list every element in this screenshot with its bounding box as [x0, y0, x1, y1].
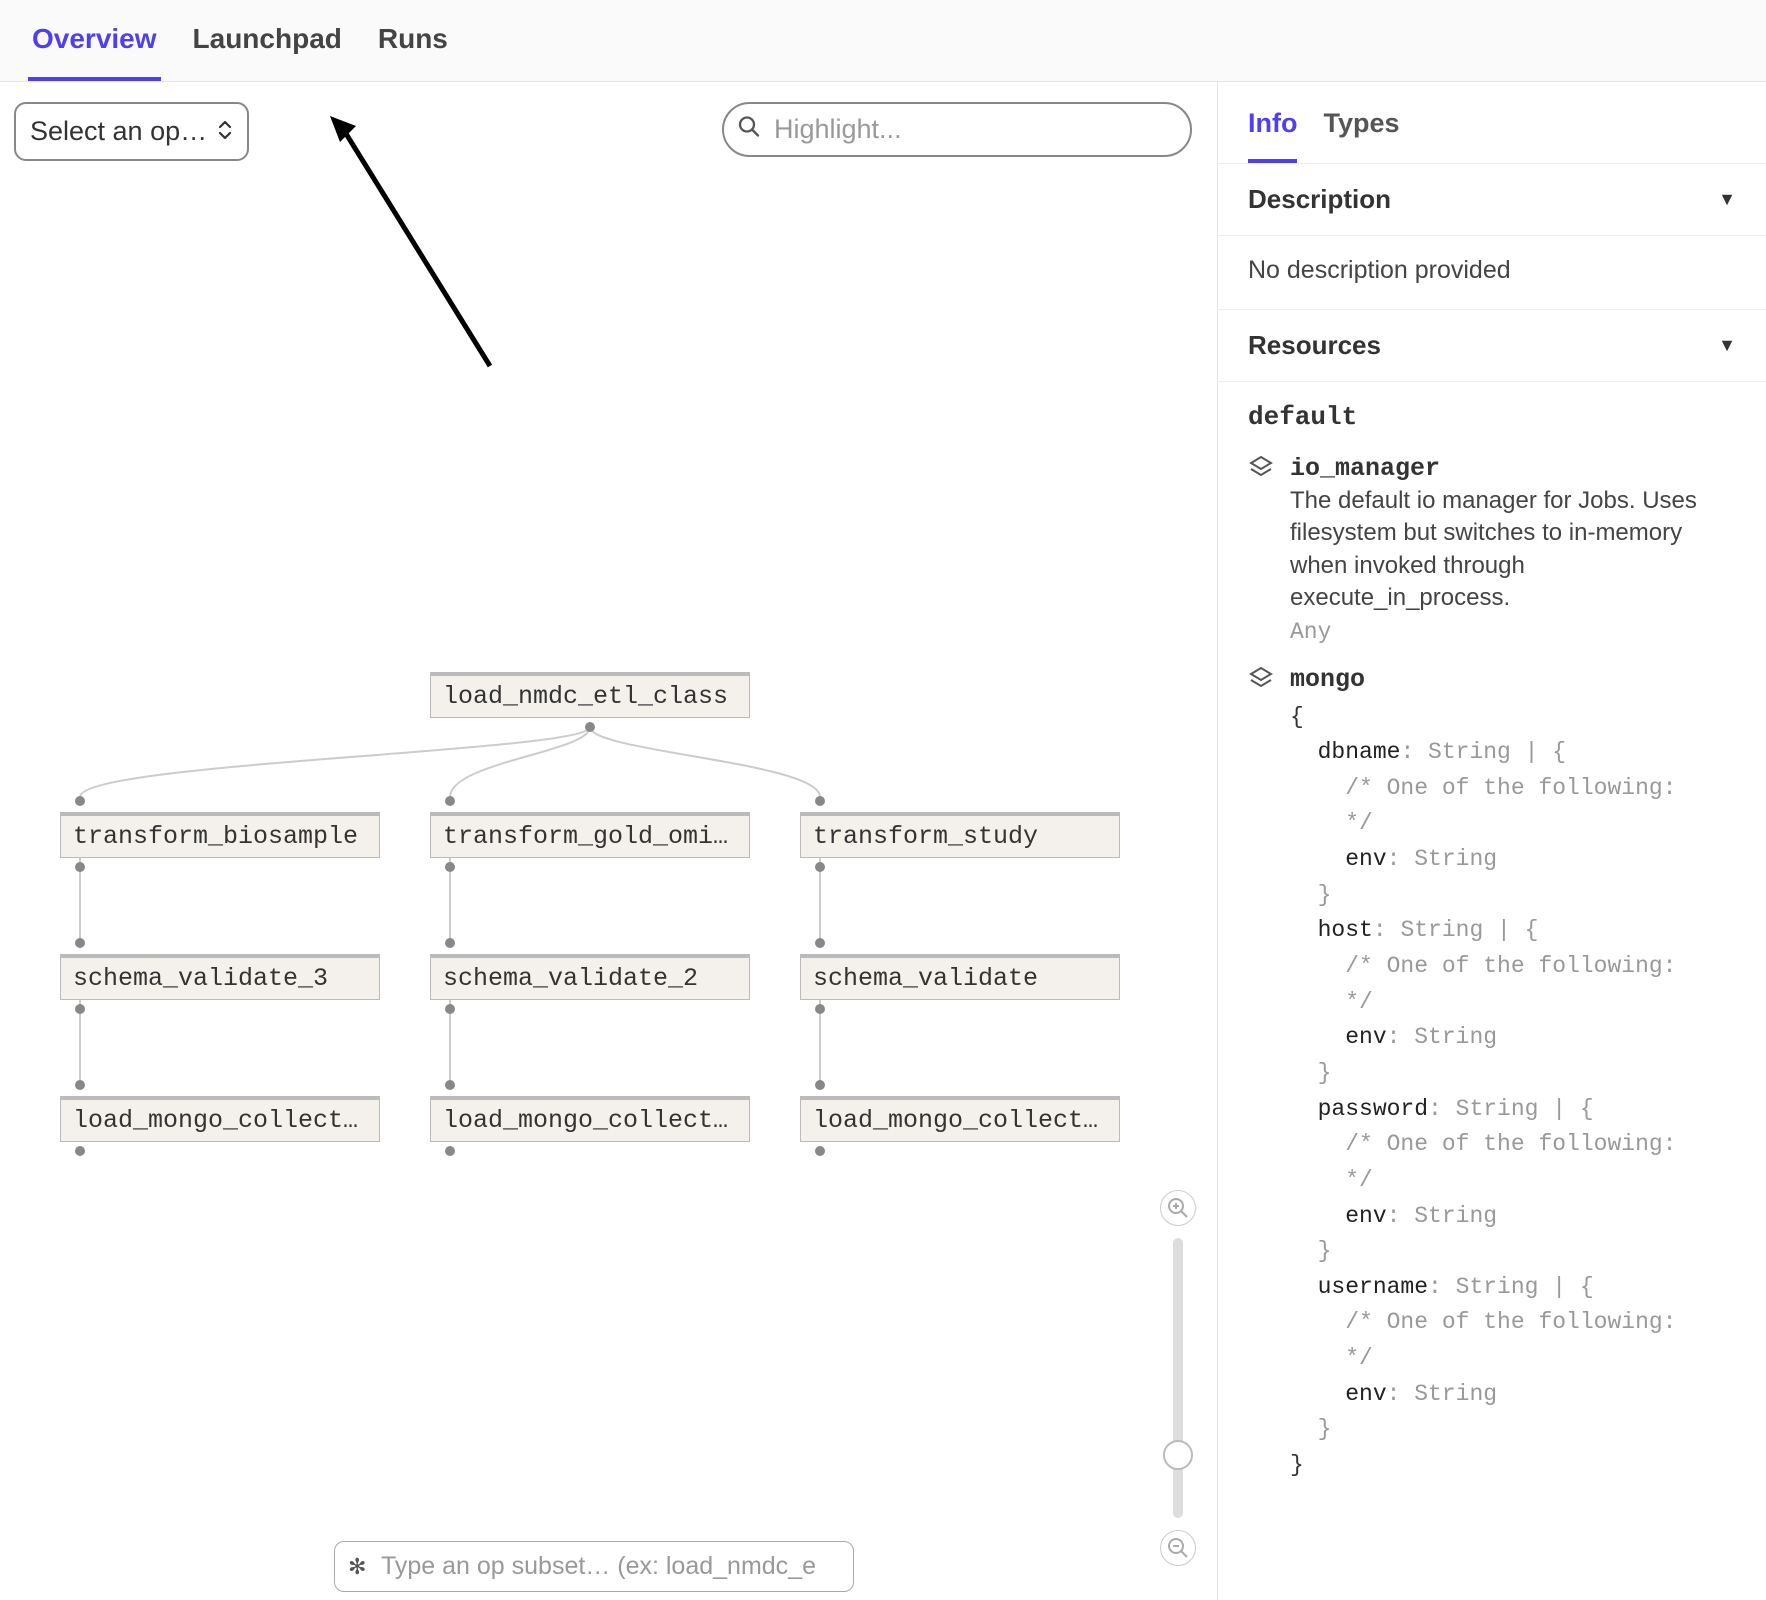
node-load-nmdc-etl-class[interactable]: load_nmdc_etl_class [430, 672, 750, 718]
node-load-mongo-collection-2[interactable]: load_mongo_collectio… [430, 1096, 750, 1142]
resource-io-manager: io_manager The default io manager for Jo… [1218, 440, 1766, 651]
node-transform-biosample[interactable]: transform_biosample [60, 812, 380, 858]
resource-name: io_manager [1290, 454, 1736, 483]
layers-icon [1248, 665, 1276, 1484]
resource-schema: { dbname: String | { /* One of the follo… [1290, 700, 1736, 1484]
zoom-handle[interactable] [1163, 1440, 1193, 1470]
node-transform-gold-omics[interactable]: transform_gold_omics… [430, 812, 750, 858]
section-resources-header[interactable]: Resources ▼ [1218, 310, 1766, 382]
section-description-title: Description [1248, 184, 1391, 215]
node-load-mongo-collection-3[interactable]: load_mongo_collection [800, 1096, 1120, 1142]
tab-runs[interactable]: Runs [374, 3, 452, 81]
resource-mongo: mongo { dbname: String | { /* One of the… [1218, 651, 1766, 1490]
node-schema-validate-3[interactable]: schema_validate_3 [60, 954, 380, 1000]
resource-description: The default io manager for Jobs. Uses fi… [1290, 485, 1736, 615]
resource-group-name: default [1218, 382, 1766, 440]
op-subset-input[interactable] [334, 1541, 854, 1592]
top-tabs: Overview Launchpad Runs [0, 0, 1766, 82]
node-schema-validate-2[interactable]: schema_validate_2 [430, 954, 750, 1000]
zoom-control [1157, 1190, 1199, 1566]
graph-canvas[interactable]: Select an op… [0, 82, 1218, 1600]
chevron-down-icon: ▼ [1718, 335, 1736, 356]
description-body: No description provided [1218, 236, 1766, 310]
filter-icon: ✻ [348, 1554, 366, 1580]
section-description-header[interactable]: Description ▼ [1218, 164, 1766, 236]
section-resources-title: Resources [1248, 330, 1381, 361]
node-load-mongo-collection-1[interactable]: load_mongo_collectio… [60, 1096, 380, 1142]
side-tab-info[interactable]: Info [1248, 108, 1297, 163]
zoom-in-button[interactable] [1160, 1190, 1196, 1226]
node-schema-validate[interactable]: schema_validate [800, 954, 1120, 1000]
side-panel: Info Types Description ▼ No description … [1218, 82, 1766, 1600]
zoom-out-button[interactable] [1160, 1530, 1196, 1566]
tab-overview[interactable]: Overview [28, 3, 161, 81]
node-transform-study[interactable]: transform_study [800, 812, 1120, 858]
resource-type: Any [1290, 619, 1736, 645]
tab-launchpad[interactable]: Launchpad [189, 3, 346, 81]
resource-name: mongo [1290, 665, 1736, 694]
zoom-slider[interactable] [1173, 1238, 1183, 1518]
chevron-down-icon: ▼ [1718, 189, 1736, 210]
side-tab-types[interactable]: Types [1323, 108, 1399, 163]
layers-icon [1248, 454, 1276, 645]
